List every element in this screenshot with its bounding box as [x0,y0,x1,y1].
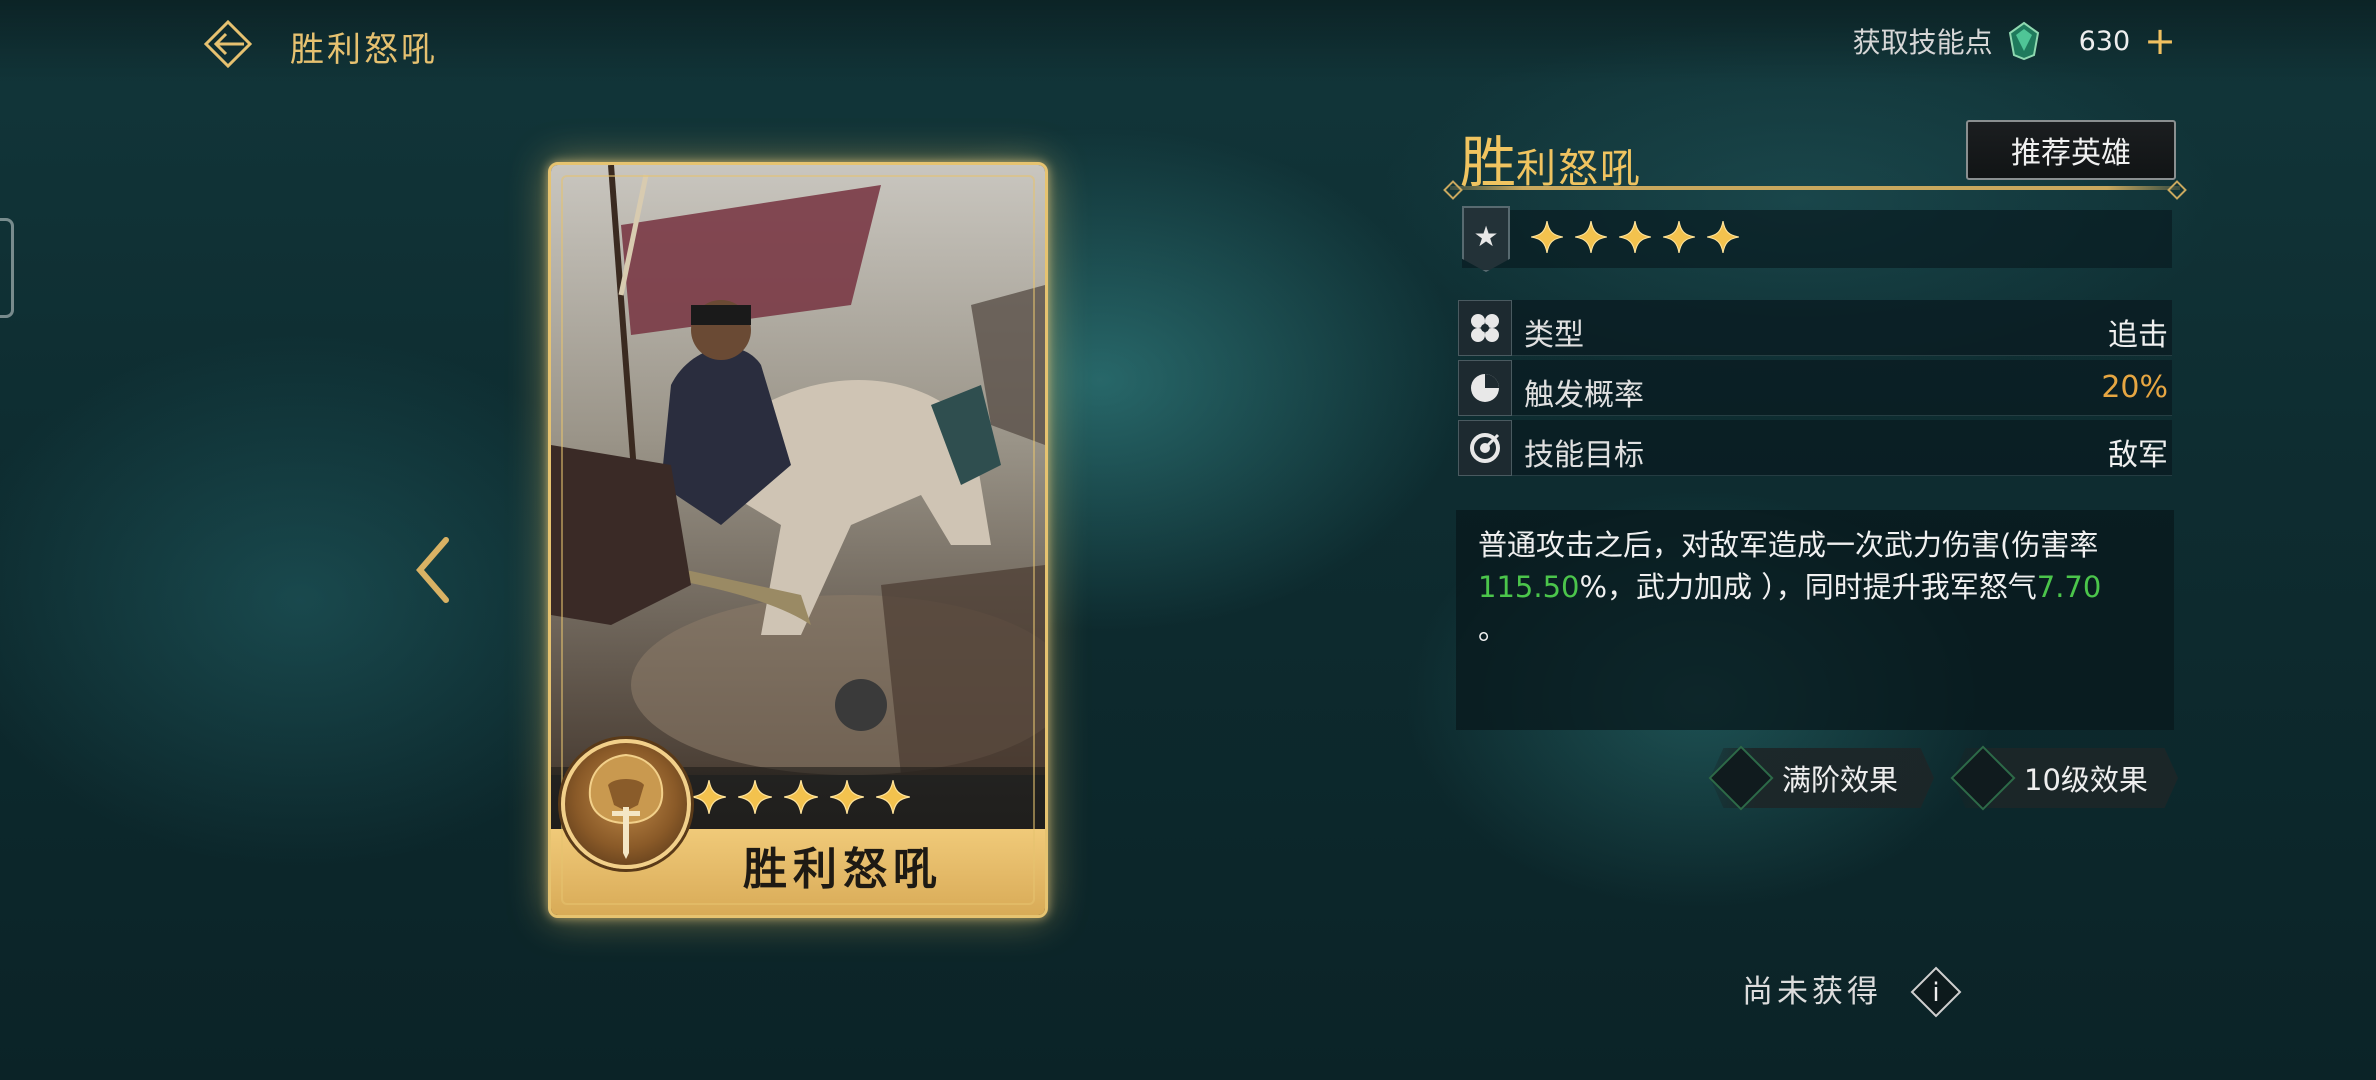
back-button[interactable] [200,18,256,70]
probability-pie-icon [1458,360,1512,416]
attribute-table: 类型 追击 触发概率 20% 技能目标 敌军 [1458,300,2172,480]
level10-effect-button[interactable]: 10级效果 [1950,745,2168,811]
star-icon [1531,221,1563,253]
title-divider [1450,186,2180,190]
side-tab-handle[interactable] [0,218,14,318]
attribute-value: 敌军 [2108,438,2168,473]
attribute-row-probability: 触发概率 20% [1458,360,2172,416]
rarity-row: ★ [1462,206,2172,272]
skill-rarity-stars [1530,220,1740,254]
status-not-obtained: 尚未获得 [1742,974,1882,1010]
star-icon [876,780,910,814]
attribute-value: 追击 [2108,318,2168,353]
card-artwork [551,165,1045,775]
star-icon [1575,221,1607,253]
diamond-icon [1708,745,1774,811]
star-icon [1663,221,1695,253]
attribute-label: 触发概率 [1524,378,1644,413]
card-rarity-stars [691,779,911,815]
attribute-label: 技能目标 [1524,438,1644,473]
full-rank-effect-label: 满阶效果 [1782,763,1899,797]
star-icon [1707,221,1739,253]
description-text: 。 [1478,612,1508,646]
attribute-label: 类型 [1524,318,1584,353]
skill-points-value: 630 [2078,25,2131,57]
diamond-icon [1950,745,2016,811]
star-icon [784,780,818,814]
star-icon [830,780,864,814]
attribute-row-type: 类型 追击 [1458,300,2172,356]
attribute-row-target: 技能目标 敌军 [1458,420,2172,476]
star-badge-icon: ★ [1462,206,1510,272]
skill-description: 普通攻击之后，对敌军造成一次武力伤害(伤害率 115.50%，武力加成 ），同时提… [1456,510,2174,730]
recommend-hero-button[interactable]: 推荐英雄 [1966,120,2176,180]
description-text: 普通攻击之后，对敌军造成一次武力伤害(伤害率 [1478,528,2099,562]
add-skill-points-button[interactable]: + [2144,22,2176,60]
skill-card: 胜利怒吼 [548,162,1048,918]
star-icon [1619,221,1651,253]
damage-rate-value: 115.50 [1478,570,1580,604]
star-icon [738,780,772,814]
skill-points-bar: 获取技能点 630 + [1853,18,2176,64]
lion-sword-emblem-icon [561,739,691,869]
page-title: 胜利怒吼 [290,30,438,70]
rage-value: 7.70 [2036,570,2102,604]
target-icon [1458,420,1512,476]
previous-arrow-icon[interactable] [410,530,460,610]
back-arrow-icon [203,19,253,69]
skill-points-label[interactable]: 获取技能点 [1853,21,1993,61]
attribute-value: 20% [2101,370,2168,405]
level10-effect-label: 10级效果 [2024,763,2148,797]
type-icon [1458,300,1512,356]
skill-gem-icon [2008,21,2039,61]
info-symbol: i [1932,978,1939,1008]
star-icon [692,780,726,814]
info-icon[interactable]: i [1910,966,1962,1018]
full-rank-effect-button[interactable]: 满阶效果 [1708,745,1918,811]
description-text: %，武力加成 ），同时提升我军怒气 [1579,570,2037,604]
